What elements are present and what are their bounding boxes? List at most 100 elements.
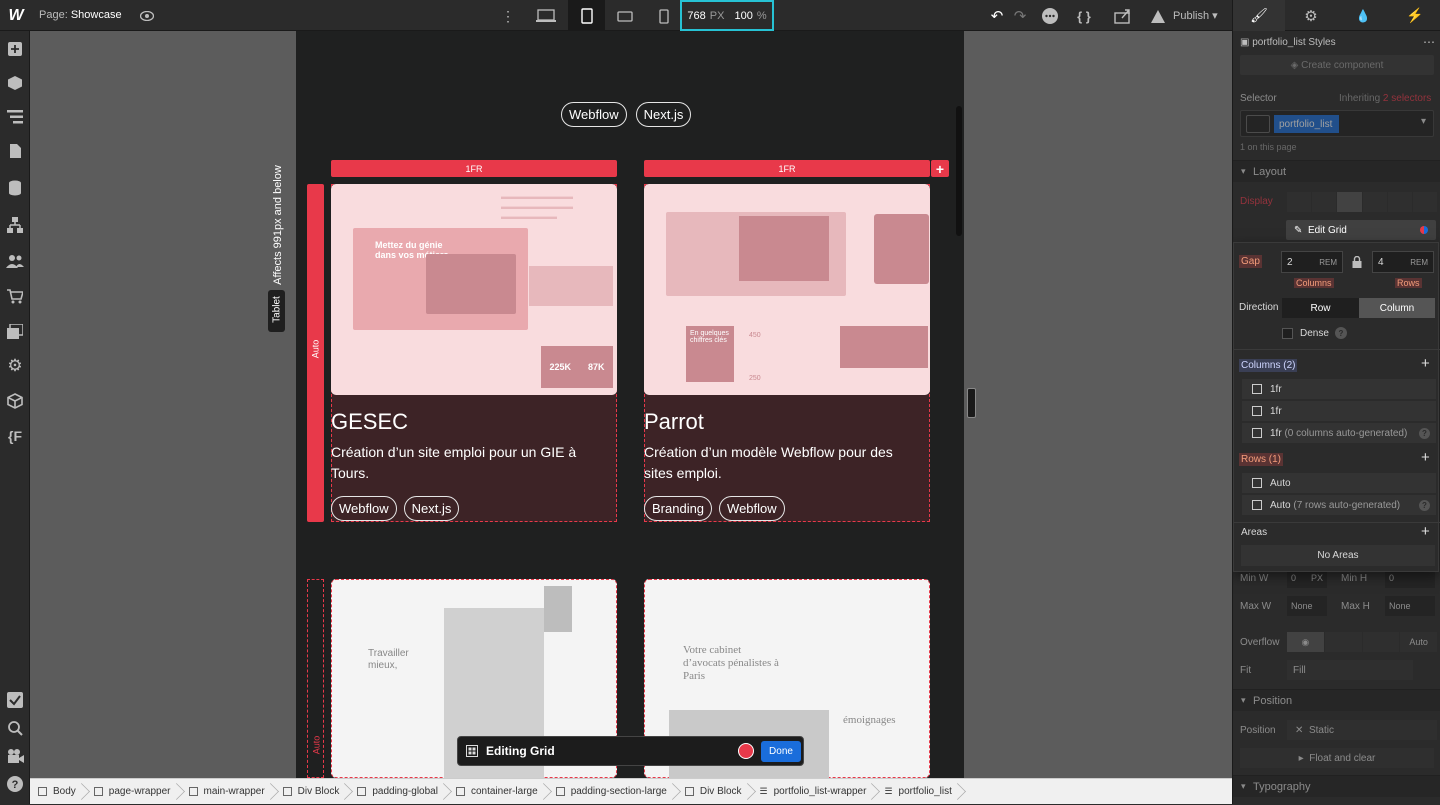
frame-resize-handle[interactable] — [967, 388, 976, 418]
breadcrumb-item[interactable]: Div Block — [275, 779, 350, 805]
breadcrumb-item[interactable]: ☰ portfolio_list — [876, 779, 961, 805]
style-brush-icon[interactable]: 🖌 — [1233, 0, 1285, 31]
tag-pill[interactable]: Next.js — [635, 102, 692, 127]
mobile-portrait-icon[interactable] — [652, 6, 676, 26]
direction-row-button[interactable]: Row — [1282, 298, 1359, 318]
tag-pill[interactable]: Branding — [644, 496, 713, 521]
breadcrumb-item[interactable]: Div Block — [677, 779, 752, 805]
column-item[interactable]: 1fr — [1242, 400, 1436, 421]
tag-pill[interactable]: Webflow — [719, 496, 785, 521]
share-icon[interactable] — [1112, 6, 1134, 26]
audit-icon[interactable] — [1148, 6, 1168, 26]
tag-pill[interactable]: Webflow — [331, 496, 397, 521]
overflow-hidden-icon[interactable] — [1324, 632, 1362, 652]
overlay-color-swatch[interactable] — [738, 743, 754, 759]
frame-scrollbar[interactable] — [956, 106, 962, 236]
page-frame[interactable]: Webflow Next.js 1FR 1FR + Auto Auto Mett… — [296, 31, 964, 778]
pages-icon[interactable] — [5, 141, 25, 161]
selector-chip[interactable]: portfolio_list — [1274, 115, 1339, 133]
variables-icon[interactable]: {F — [4, 426, 26, 446]
breadcrumb-item[interactable]: container-large — [448, 779, 548, 805]
done-button[interactable]: Done — [761, 741, 801, 762]
overflow-scroll-icon[interactable] — [1362, 632, 1400, 652]
add-row-icon[interactable]: + — [1421, 449, 1430, 466]
help-icon[interactable]: ? — [1419, 428, 1430, 439]
code-export-icon[interactable]: { } — [1074, 6, 1094, 26]
more-options-icon[interactable]: ⋮ — [500, 7, 516, 25]
row-item[interactable]: Auto — [1242, 472, 1436, 493]
tasks-checkbox-icon[interactable] — [5, 690, 25, 710]
more-options-icon[interactable]: ⋯ — [1423, 35, 1435, 49]
display-block-icon[interactable] — [1287, 192, 1312, 212]
canvas-size-readout[interactable]: 768 PX 100 % — [680, 0, 774, 31]
inheriting-info[interactable]: Inheriting 2 selectors — [1339, 93, 1431, 104]
breadcrumb-item[interactable]: ☰ portfolio_list-wrapper — [752, 779, 877, 805]
max-height-input[interactable]: None — [1385, 596, 1435, 616]
position-section-header[interactable]: ▾ Position — [1233, 689, 1440, 711]
breadcrumb-item[interactable]: main-wrapper — [181, 779, 275, 805]
breadcrumb-item[interactable]: padding-section-large — [548, 779, 677, 805]
help-icon[interactable]: ? — [5, 774, 25, 794]
interactions-bolt-icon[interactable]: ⚡ — [1389, 0, 1440, 31]
help-icon[interactable]: ? — [1335, 327, 1347, 339]
comments-icon[interactable] — [1040, 6, 1060, 26]
tag-pill[interactable]: Webflow — [561, 102, 627, 127]
add-column-button[interactable]: + — [931, 160, 949, 177]
components-cube-icon[interactable] — [5, 73, 25, 93]
display-grid-icon[interactable] — [1337, 192, 1362, 212]
undo-icon[interactable]: ↶ — [988, 7, 1006, 25]
overflow-auto-option[interactable]: Auto — [1400, 632, 1437, 652]
row-track-2[interactable]: Auto — [307, 579, 324, 778]
ecommerce-cart-icon[interactable] — [5, 286, 25, 306]
gap-rows-input[interactable]: 4 REM — [1372, 251, 1434, 273]
create-component-button[interactable]: ◈ Create component — [1240, 55, 1434, 75]
settings-gear-icon[interactable]: ⚙ — [5, 356, 25, 376]
desktop-breakpoint-icon[interactable] — [533, 6, 559, 26]
gap-columns-input[interactable]: 2 REM — [1281, 251, 1343, 273]
cms-database-icon[interactable] — [5, 178, 25, 198]
project-title[interactable]: Parrot — [644, 409, 704, 435]
add-column-icon[interactable]: + — [1421, 355, 1430, 372]
max-width-input[interactable]: None — [1287, 596, 1327, 616]
project-thumbnail[interactable]: En quelques chiffres clés 450 250 — [644, 184, 930, 395]
display-none-icon[interactable] — [1412, 192, 1438, 212]
project-thumbnail[interactable]: Mettez du génie dans vos métiers ▬▬▬▬▬▬▬… — [331, 184, 617, 395]
typography-section-header[interactable]: ▾ Typography — [1233, 775, 1440, 797]
row-item-autogen[interactable]: Auto (7 rows auto-generated) ? — [1242, 494, 1436, 515]
add-elements-icon[interactable] — [5, 39, 25, 59]
users-icon[interactable] — [5, 251, 25, 271]
overflow-visible-eye-icon[interactable]: ◉ — [1287, 632, 1324, 652]
mobile-landscape-icon[interactable] — [612, 6, 638, 26]
assets-icon[interactable] — [5, 321, 25, 341]
lock-icon[interactable] — [1350, 255, 1364, 269]
edit-grid-button[interactable]: ✎ Edit Grid — [1286, 220, 1436, 240]
video-tutorials-icon[interactable] — [5, 746, 25, 766]
breadcrumb-item[interactable]: Body — [30, 779, 86, 805]
settings-gear-icon[interactable]: ⚙ — [1285, 0, 1337, 31]
column-track-1[interactable]: 1FR — [331, 160, 617, 177]
apps-cube-icon[interactable] — [5, 391, 25, 411]
display-inline-icon[interactable] — [1387, 192, 1412, 212]
add-area-icon[interactable]: + — [1421, 523, 1430, 540]
redo-icon[interactable]: ↷ — [1011, 7, 1029, 25]
project-title[interactable]: GESEC — [331, 409, 408, 435]
selector-field[interactable]: portfolio_list ▾ — [1240, 110, 1434, 137]
page-selector[interactable]: Page: Showcase — [39, 9, 122, 21]
logic-flow-icon[interactable] — [5, 215, 25, 235]
layout-section-header[interactable]: ▾ Layout — [1233, 160, 1440, 182]
publish-button[interactable]: Publish ▾ — [1173, 9, 1218, 22]
help-icon[interactable]: ? — [1419, 500, 1430, 511]
search-icon[interactable] — [5, 718, 25, 738]
row-track-1[interactable]: Auto — [307, 184, 324, 522]
float-clear-button[interactable]: ▸ Float and clear — [1240, 748, 1434, 768]
position-select[interactable]: ✕ Static — [1287, 720, 1437, 740]
preview-eye-icon[interactable] — [138, 7, 156, 25]
column-track-2[interactable]: 1FR — [644, 160, 930, 177]
navigator-icon[interactable] — [5, 107, 25, 127]
column-item[interactable]: 1fr — [1242, 378, 1436, 399]
webflow-logo-icon[interactable]: W — [6, 6, 26, 26]
style-manager-drops-icon[interactable]: 💧 — [1337, 0, 1389, 31]
column-item-autogen[interactable]: 1fr (0 columns auto-generated) ? — [1242, 422, 1436, 443]
chevron-down-icon[interactable]: ▾ — [1421, 116, 1426, 127]
display-inline-block-icon[interactable] — [1362, 192, 1387, 212]
